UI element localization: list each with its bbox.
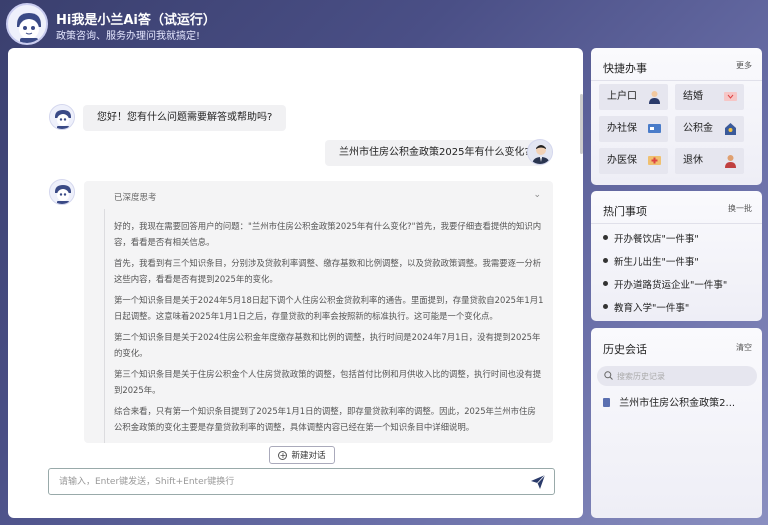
deep-thinking-block: 已深度思考 ⌄ 好的，我现在需要回答用户的问题："兰州市住房公积金政策2025年… <box>84 181 553 443</box>
new-chat-button[interactable]: + 新建对话 <box>269 446 335 464</box>
retirement-icon <box>725 155 736 168</box>
chat-scrollbar[interactable] <box>580 94 583 154</box>
history-search-box <box>597 366 757 386</box>
search-icon <box>604 371 613 380</box>
history-item-label: 兰州市住房公积金政策2... <box>619 398 736 409</box>
bot-avatar <box>49 104 75 130</box>
hot-items-panel: 热门事项 换一批 开办餐饮店"一件事" 新生儿出生"一件事" 开办道路货运企业"… <box>591 191 762 321</box>
hot-item[interactable]: 教育入学"一件事" <box>603 300 689 314</box>
thinking-paragraph: 综合来看，只有第一个知识条目提到了2025年1月1日的调整，即存量贷款利率的调整… <box>114 406 536 432</box>
quick-services-panel: 快捷办事 更多 上户口 结婚 办社保 公积金 办医保 退休 <box>591 48 762 185</box>
history-clear-link[interactable]: 清空 <box>736 342 752 353</box>
quick-item-label: 上户口 <box>607 91 637 102</box>
message-input-box <box>48 468 555 495</box>
panel-divider <box>591 80 762 81</box>
quick-item-marriage[interactable]: 结婚 <box>675 84 744 110</box>
thinking-paragraph: 第一个知识条目是关于2024年5月18日起下调个人住房公积金贷款利率的通告。里面… <box>114 295 544 321</box>
thinking-divider <box>104 209 105 443</box>
app-header: Hi我是小兰Ai答（试运行） 政策咨询、服务办理问我就搞定! <box>0 0 768 48</box>
bot-avatar <box>49 179 75 205</box>
send-icon[interactable] <box>530 474 546 490</box>
fund-icon <box>725 123 736 135</box>
quick-item-medical-insurance[interactable]: 办医保 <box>599 148 668 174</box>
history-search-input[interactable] <box>617 369 747 383</box>
quick-item-housing-fund[interactable]: 公积金 <box>675 116 744 142</box>
quick-item-label: 退休 <box>683 155 703 166</box>
quick-item-label: 办社保 <box>607 123 637 134</box>
medical-card-icon <box>648 156 661 165</box>
new-chat-label: 新建对话 <box>291 451 326 461</box>
user-question-bubble: 兰州市住房公积金政策2025年有什么变化? <box>325 140 544 166</box>
chevron-down-icon[interactable]: ⌄ <box>533 190 541 200</box>
document-icon <box>603 398 610 407</box>
thinking-paragraph: 第三个知识条目是关于住房公积金个人住房贷款政策的调整，包括首付比例和月供收入比的… <box>114 369 542 395</box>
message-input[interactable] <box>59 469 519 495</box>
quick-item-social-security[interactable]: 办社保 <box>599 116 668 142</box>
plus-icon: + <box>278 450 288 460</box>
history-item[interactable]: 兰州市住房公积金政策2... <box>603 394 735 409</box>
thinking-header: 已深度思考 <box>114 193 157 203</box>
panel-divider <box>591 223 762 224</box>
hot-item[interactable]: 新生儿出生"一件事" <box>603 254 699 268</box>
social-security-card-icon <box>648 124 661 133</box>
thinking-paragraph: 首先，我看到有三个知识条目，分别涉及贷款利率调整、缴存基数和比例调整，以及贷款政… <box>114 258 542 284</box>
person-icon <box>649 91 660 104</box>
bot-greeting-bubble: 您好！您有什么问题需要解答或帮助吗? <box>83 105 287 131</box>
quick-item-label: 办医保 <box>607 155 637 166</box>
quick-item-label: 公积金 <box>683 123 713 134</box>
hot-items-title: 热门事项 <box>603 205 647 218</box>
history-panel: 历史会话 清空 兰州市住房公积金政策2... <box>591 328 762 518</box>
thinking-paragraph: 好的，我现在需要回答用户的问题："兰州市住房公积金政策2025年有什么变化?"首… <box>114 221 542 247</box>
quick-services-title: 快捷办事 <box>603 62 647 75</box>
hot-items-refresh-link[interactable]: 换一批 <box>728 203 752 214</box>
hot-item[interactable]: 开办道路货运企业"一件事" <box>603 277 727 291</box>
quick-item-retirement[interactable]: 退休 <box>675 148 744 174</box>
quick-item-label: 结婚 <box>683 91 703 102</box>
hot-item[interactable]: 开办餐饮店"一件事" <box>603 231 699 245</box>
quick-services-more-link[interactable]: 更多 <box>736 60 752 71</box>
app-title: Hi我是小兰Ai答（试运行） <box>56 13 216 28</box>
thinking-paragraph: 第二个知识条目是关于2024住房公积金年度缴存基数和比例的调整，执行时间是202… <box>114 332 541 358</box>
history-title: 历史会话 <box>603 343 647 356</box>
chat-panel: 您好！您有什么问题需要解答或帮助吗? 兰州市住房公积金政策2025年有什么变化?… <box>8 48 583 518</box>
assistant-logo <box>6 3 48 45</box>
marriage-certificate-icon <box>724 92 737 101</box>
quick-item-hukou[interactable]: 上户口 <box>599 84 668 110</box>
user-avatar <box>527 139 553 165</box>
app-subtitle: 政策咨询、服务办理问我就搞定! <box>56 31 201 42</box>
thinking-content: 好的，我现在需要回答用户的问题："兰州市住房公积金政策2025年有什么变化?"首… <box>114 219 544 441</box>
